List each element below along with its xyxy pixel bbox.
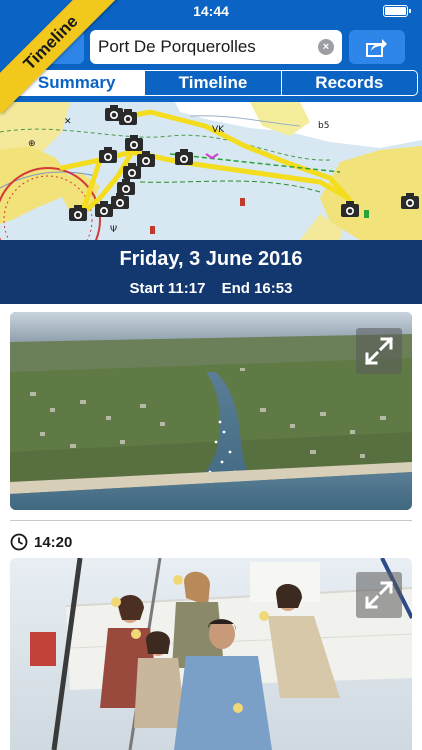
tab-timeline[interactable]: Timeline [145,71,282,95]
expand-icon [364,580,394,610]
search-field[interactable]: Port De Porquerolles × [90,30,342,64]
share-icon [366,39,387,57]
harbor-aerial-image [10,312,412,510]
expand-button[interactable] [356,328,402,374]
expand-button[interactable] [356,572,402,618]
trip-times: Start 11:17 End 16:53 [0,280,422,297]
svg-text:⊕: ⊕ [28,139,36,149]
timeline-entry-header: 14:20 [10,532,72,552]
svg-text:b5: b5 [318,121,329,131]
map-graphic: VK b5 ✕ ⊕ Ψ [0,102,422,240]
ribbon-label: Timeline [19,11,82,74]
entry-time: 14:20 [34,533,73,551]
crew-sailboat-image [10,558,412,750]
expand-icon [364,336,394,366]
svg-text:Ψ: Ψ [110,225,117,235]
trip-date-header: Friday, 3 June 2016 Start 11:17 End 16:5… [0,240,422,304]
ribbon-banner: Timeline [0,0,120,114]
clock-icon [10,533,28,551]
svg-text:VK: VK [212,125,225,135]
trip-date: Friday, 3 June 2016 [119,248,303,270]
share-button[interactable] [349,30,405,64]
tab-records[interactable]: Records [282,71,417,95]
entry-divider [10,520,412,521]
clear-icon[interactable]: × [318,39,334,55]
harbor-aerial-photo[interactable] [10,312,412,510]
trip-end-time: End 16:53 [221,280,293,297]
nautical-chart-map[interactable]: VK b5 ✕ ⊕ Ψ [0,102,422,240]
battery-icon [383,5,411,17]
timeline-ribbon: Timeline [0,0,120,120]
crew-sailboat-photo[interactable] [10,558,412,750]
trip-start-time: Start 11:17 [129,280,206,297]
search-value: Port De Porquerolles [98,37,256,56]
